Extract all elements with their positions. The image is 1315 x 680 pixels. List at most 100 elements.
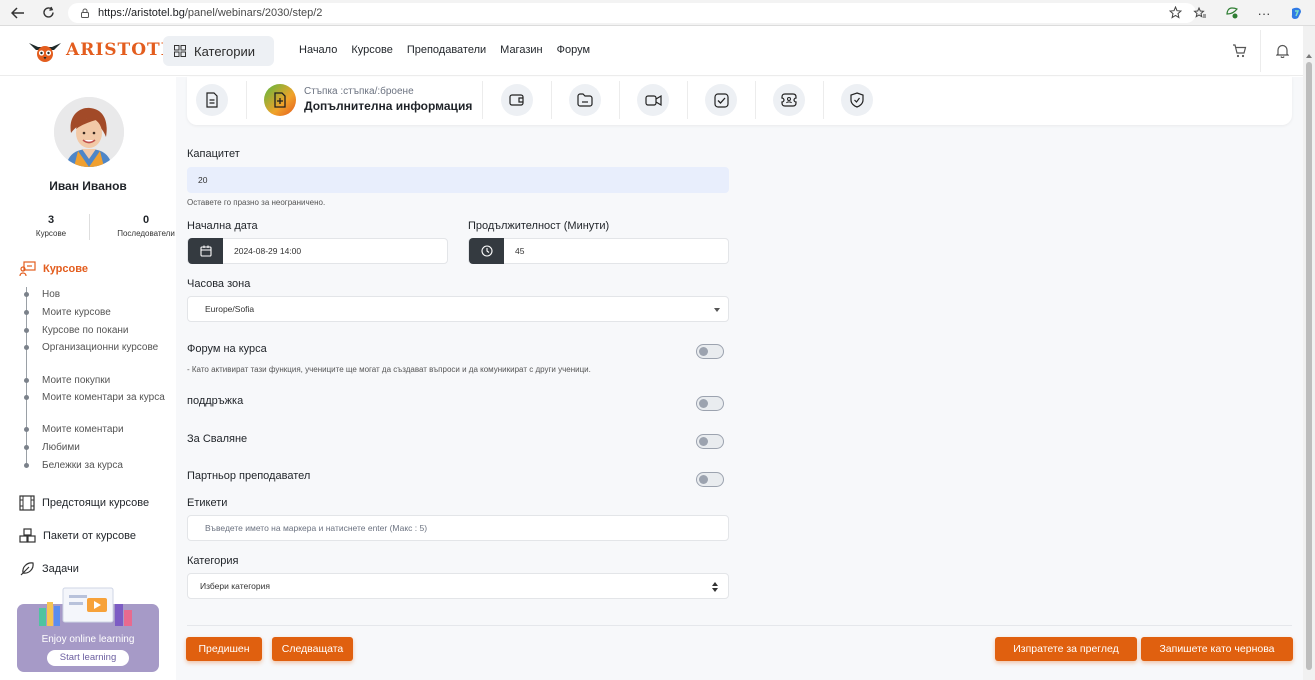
nav-instructors[interactable]: Преподаватели xyxy=(407,44,486,56)
step-divider xyxy=(687,81,688,119)
sidebar-item-new[interactable]: Нов xyxy=(42,288,170,302)
copilot-icon[interactable] xyxy=(1287,4,1305,22)
step-divider xyxy=(823,81,824,119)
submenu-dot xyxy=(24,395,29,400)
sidebar-courses-label: Курсове xyxy=(43,263,88,275)
download-toggle[interactable] xyxy=(696,434,724,449)
sidebar-item-invited-courses[interactable]: Курсове по покани xyxy=(42,324,170,338)
capacity-label: Капацитет xyxy=(187,148,240,160)
user-name: Иван Иванов xyxy=(49,179,127,193)
step-divider xyxy=(246,81,247,119)
partner-instructor-toggle[interactable] xyxy=(696,472,724,487)
checkbox-icon xyxy=(713,92,729,108)
site-header: ARISTOTLE Категории Начало Курсове Препо… xyxy=(0,26,1303,76)
browser-essentials-icon[interactable] xyxy=(1223,4,1241,22)
nav-courses[interactable]: Курсове xyxy=(351,44,392,56)
step-divider xyxy=(619,81,620,119)
save-as-draft-button[interactable]: Запишете като чернова xyxy=(1141,637,1293,661)
tags-placeholder: Въведете името на маркера и натиснете en… xyxy=(205,523,428,533)
partner-instructor-label: Партньор преподавател xyxy=(187,470,311,482)
duration-icon-box xyxy=(469,238,504,264)
step-content[interactable] xyxy=(569,84,601,116)
sidebar-upcoming-courses[interactable]: Предстоящи курсове xyxy=(19,495,149,511)
scroll-thumb[interactable] xyxy=(1306,62,1312,670)
sidebar-item-my-comments[interactable]: Моите коментари xyxy=(42,423,170,437)
step-wizard: Стъпка :стъпка/:броене Допълнителна инфо… xyxy=(187,77,1292,125)
tags-label: Етикети xyxy=(187,497,228,509)
timezone-value: Europe/Sofia xyxy=(205,304,255,314)
nav-home[interactable]: Начало xyxy=(299,44,337,56)
lock-icon xyxy=(81,8,89,18)
step-divider xyxy=(482,81,483,119)
user-avatar-image xyxy=(54,97,124,167)
scroll-up-arrow[interactable] xyxy=(1306,54,1312,58)
more-options-icon[interactable]: ··· xyxy=(1255,4,1273,22)
sidebar-course-bundles[interactable]: Пакети от курсове xyxy=(19,528,136,544)
footer-divider xyxy=(187,625,1292,626)
bookmark-star-icon[interactable] xyxy=(1168,5,1183,22)
submenu-dot xyxy=(24,310,29,315)
duration-label: Продължителност (Минути) xyxy=(468,220,610,232)
previous-button[interactable]: Предишен xyxy=(186,637,262,661)
step-quiz-certificate[interactable] xyxy=(841,84,873,116)
reload-icon[interactable] xyxy=(36,2,60,24)
current-step-label: Стъпка :стъпка/:броене Допълнителна инфо… xyxy=(304,86,472,113)
file-plus-icon xyxy=(274,92,286,108)
timezone-select[interactable]: Europe/Sofia xyxy=(187,296,729,322)
address-bar[interactable]: https://aristotel.bg/panel/webinars/2030… xyxy=(68,3,1196,23)
sidebar-courses-heading[interactable]: Курсове xyxy=(19,261,88,277)
step-extra-info[interactable] xyxy=(264,84,296,116)
page-scrollbar[interactable] xyxy=(1303,26,1315,680)
sidebar: Иван Иванов 3 Курсове 0 Последователи Ку… xyxy=(0,77,176,680)
sidebar-item-course-notes[interactable]: Бележки за курса xyxy=(42,459,170,473)
stat-courses-label: Курсове xyxy=(35,229,67,238)
forum-toggle[interactable] xyxy=(696,344,724,359)
sidebar-item-course-comments[interactable]: Моите коментари за курса xyxy=(42,391,170,405)
promo-card: Enjoy online learning Start learning xyxy=(17,587,159,672)
start-learning-button[interactable]: Start learning xyxy=(47,650,129,666)
stat-courses: 3 Курсове xyxy=(7,214,95,238)
submenu-dot xyxy=(24,427,29,432)
sort-arrows-icon xyxy=(712,582,718,592)
category-label: Категория xyxy=(187,555,239,567)
current-step-title: Допълнителна информация xyxy=(304,99,473,113)
next-button[interactable]: Следващата xyxy=(272,637,353,661)
cart-icon[interactable] xyxy=(1218,26,1260,76)
sidebar-item-organization-courses[interactable]: Организационни курсове xyxy=(42,341,170,355)
submenu-dot xyxy=(24,292,29,297)
sidebar-item-my-courses[interactable]: Моите курсове xyxy=(42,306,170,320)
duration-input[interactable]: 45 xyxy=(468,238,729,264)
step-faq[interactable] xyxy=(773,84,805,116)
browser-actions: ··· xyxy=(1191,3,1305,23)
back-arrow-icon[interactable] xyxy=(6,2,30,24)
nav-forum[interactable]: Форум xyxy=(557,44,590,56)
step-prerequisites[interactable] xyxy=(705,84,737,116)
user-stats: 3 Курсове 0 Последователи xyxy=(0,214,176,242)
step-pricing[interactable] xyxy=(501,84,533,116)
avatar[interactable] xyxy=(54,97,124,167)
nav-store[interactable]: Магазин xyxy=(500,44,542,56)
browser-toolbar: https://aristotel.bg/panel/webinars/2030… xyxy=(0,0,1315,26)
date-picker-button[interactable] xyxy=(188,238,223,264)
sidebar-item-my-purchases[interactable]: Моите покупки xyxy=(42,374,170,388)
capacity-input[interactable]: 20 xyxy=(187,167,729,193)
chevron-down-icon xyxy=(714,308,720,312)
tags-input[interactable]: Въведете името на маркера и натиснете en… xyxy=(187,515,729,541)
step-sessions[interactable] xyxy=(637,84,669,116)
start-date-input[interactable]: 2024-08-29 14:00 xyxy=(187,238,448,264)
wallet-icon xyxy=(509,94,524,106)
download-label: За Сваляне xyxy=(187,433,248,445)
capacity-hint: Оставете го празно за неограничено. xyxy=(187,198,326,207)
promo-text: Enjoy online learning xyxy=(41,634,135,645)
step-basic-info[interactable] xyxy=(196,84,228,116)
bell-icon[interactable] xyxy=(1261,26,1303,76)
sidebar-item-favorites[interactable]: Любими xyxy=(42,441,170,455)
step-divider xyxy=(755,81,756,119)
video-camera-icon xyxy=(644,94,662,106)
support-toggle[interactable] xyxy=(696,396,724,411)
send-for-review-button[interactable]: Изпратете за преглед xyxy=(995,637,1137,661)
categories-button[interactable]: Категории xyxy=(163,36,274,66)
favorites-icon[interactable] xyxy=(1191,4,1209,22)
sidebar-assignments[interactable]: Задачи xyxy=(19,561,79,577)
category-select[interactable]: Избери категория xyxy=(187,573,729,599)
